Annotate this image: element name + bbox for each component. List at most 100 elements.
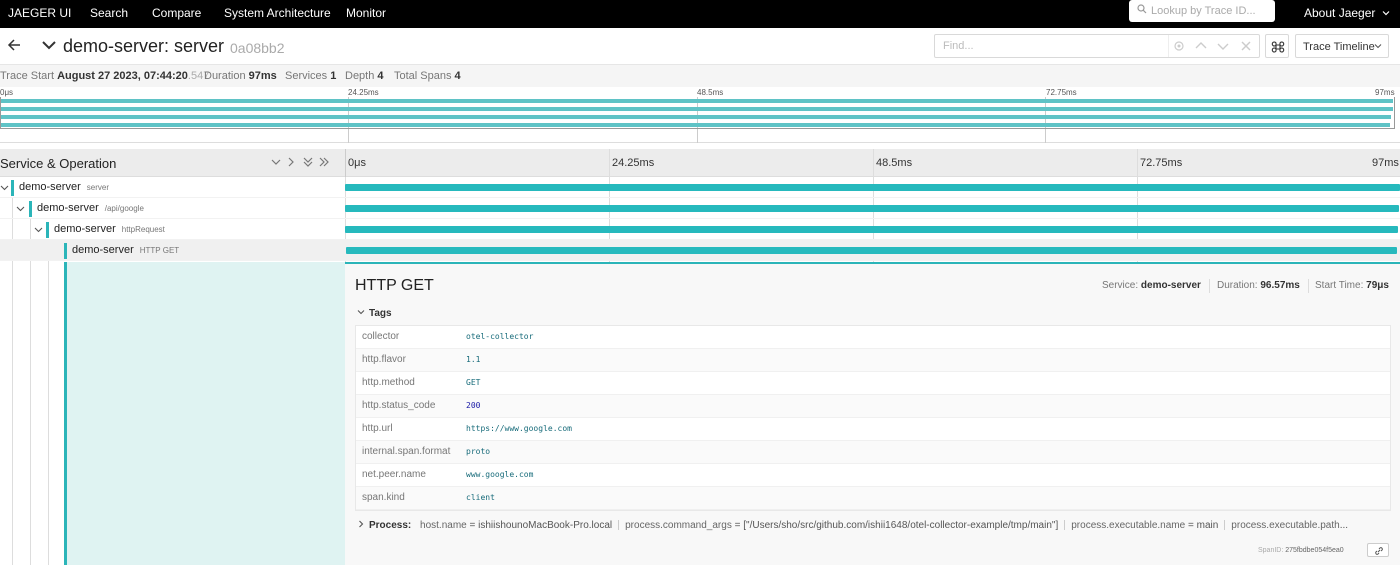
tag-row[interactable]: span.kind client	[356, 487, 1390, 510]
span-name[interactable]: demo-server HTTP GET	[72, 244, 179, 256]
process-divider	[1224, 520, 1226, 531]
span-row[interactable]: demo-server/api/google	[0, 198, 1400, 219]
service-color-marker	[46, 222, 49, 238]
expand-one-icon[interactable]	[285, 156, 297, 168]
collapse-one-icon[interactable]	[270, 156, 282, 168]
trace-services: Services 1	[285, 70, 336, 82]
span-name[interactable]: demo-server server	[19, 181, 109, 193]
tag-value: otel-collector	[466, 332, 534, 341]
span-bar[interactable]	[346, 247, 1397, 254]
trace-minimap[interactable]: 0μs 24.25ms 48.5ms 72.75ms 97ms	[0, 87, 1400, 143]
view-mode-label: Trace Timeline	[1303, 41, 1375, 53]
timeline-gridline	[609, 149, 610, 177]
span-row[interactable]: demo-server httpRequest	[0, 219, 1400, 240]
nav-system-architecture[interactable]: System Architecture	[224, 6, 331, 20]
brand-link[interactable]: JAEGER UI	[8, 6, 71, 20]
process-value: ...	[1339, 520, 1349, 531]
collapse-all-icon[interactable]	[302, 156, 314, 168]
lookup-placeholder: Lookup by Trace ID...	[1151, 5, 1256, 17]
trace-title: demo-server: server	[63, 36, 225, 56]
depth-label: Depth	[345, 70, 375, 82]
span-name[interactable]: demo-server httpRequest	[54, 223, 165, 235]
link-icon	[1375, 547, 1383, 555]
tag-row[interactable]: http.status_code 200	[356, 395, 1390, 418]
span-id: SpanID: 275fbdbe054f5ea0	[1258, 547, 1344, 554]
service-name: demo-server	[72, 244, 134, 256]
operation-name: httpRequest	[121, 225, 165, 234]
copy-link-button[interactable]	[1367, 543, 1389, 557]
find-divider	[1168, 35, 1169, 57]
keyboard-shortcuts-button[interactable]	[1265, 34, 1289, 58]
info-divider	[1209, 279, 1210, 293]
span-bar[interactable]	[345, 205, 1399, 212]
about-label: About Jaeger	[1304, 6, 1376, 20]
tag-key: http.url	[362, 423, 393, 434]
nav-monitor[interactable]: Monitor	[346, 6, 386, 20]
timeline-header: Service & Operation 0μs 24.25ms 48.5ms 7…	[0, 149, 1400, 177]
span-detail-start: Start Time: 79μs	[1315, 280, 1389, 291]
span-detail-service: Service: demo-server	[1102, 280, 1201, 291]
span-name[interactable]: demo-server/api/google	[37, 202, 144, 214]
view-mode-select[interactable]: Trace Timeline	[1295, 34, 1389, 58]
service-label: Service:	[1102, 280, 1139, 291]
span-bar[interactable]	[345, 184, 1400, 191]
search-icon	[1137, 4, 1147, 14]
process-key: process.executable.name	[1071, 520, 1186, 531]
tags-toggle[interactable]: Tags	[357, 308, 392, 319]
services-value: 1	[330, 70, 337, 82]
tag-row[interactable]: http.url https://www.google.com	[356, 418, 1390, 441]
span-detail-pane: HTTP GET Service: demo-server Duration: …	[345, 262, 1400, 565]
operation-name: HTTP GET	[139, 246, 180, 255]
service-color-marker	[29, 201, 32, 217]
locate-icon[interactable]	[1171, 38, 1187, 54]
service-operation-heading: Service & Operation	[0, 156, 117, 171]
tag-row[interactable]: collector otel-collector	[356, 326, 1390, 349]
minimap-tick: 0μs	[0, 88, 14, 97]
span-id-label: SpanID:	[1258, 547, 1284, 554]
minimap-tick: 48.5ms	[697, 88, 724, 97]
tag-row[interactable]: net.peer.name www.google.com	[356, 464, 1390, 487]
column-divider[interactable]	[345, 149, 346, 177]
chevron-down-icon[interactable]	[1215, 38, 1231, 54]
tag-value: www.google.com	[466, 470, 534, 479]
find-placeholder: Find...	[943, 40, 974, 52]
timeline-tick: 0μs	[348, 157, 366, 169]
process-toggle[interactable]: Process: host.name = ishiishounoMacBook-…	[357, 520, 1391, 531]
about-jaeger-menu[interactable]: About Jaeger	[1304, 6, 1390, 20]
minimap-viewport[interactable]	[0, 97, 1395, 129]
tag-row[interactable]: internal.span.format proto	[356, 441, 1390, 464]
chevron-down-icon[interactable]	[34, 225, 43, 234]
tags-table: collector otel-collector http.flavor 1.1 h…	[355, 325, 1391, 511]
service-name: demo-server	[37, 202, 99, 214]
chevron-right-icon	[359, 520, 364, 528]
nav-compare[interactable]: Compare	[152, 6, 201, 20]
expand-all-icon[interactable]	[318, 156, 330, 168]
services-label: Services	[285, 70, 328, 82]
tag-value: https://www.google.com	[466, 424, 572, 433]
chevron-down-icon	[1374, 44, 1382, 49]
top-nav: JAEGER UI Search Compare System Architec…	[0, 0, 1400, 28]
duration-label: Duration	[204, 70, 246, 82]
chevron-down-icon	[357, 310, 365, 315]
chevron-down-icon[interactable]	[0, 183, 9, 192]
depth-value: 4	[377, 70, 384, 82]
trace-start-value: August 27 2023, 07:44:20	[57, 70, 188, 82]
close-icon[interactable]	[1238, 38, 1254, 54]
span-row[interactable]: demo-server server	[0, 177, 1400, 198]
chevron-down-icon[interactable]	[16, 204, 25, 213]
trace-total-spans: Total Spans 4	[394, 70, 461, 82]
tag-key: internal.span.format	[362, 446, 451, 457]
tag-row[interactable]: http.flavor 1.1	[356, 349, 1390, 372]
process-divider	[618, 520, 620, 531]
tag-value: proto	[466, 447, 491, 456]
span-row[interactable]: demo-server HTTP GET	[0, 240, 1400, 261]
trace-depth: Depth 4	[345, 70, 384, 82]
chevron-down-icon[interactable]	[40, 36, 58, 54]
nav-search[interactable]: Search	[90, 6, 128, 20]
tag-row[interactable]: http.method GET	[356, 372, 1390, 395]
chevron-up-icon[interactable]	[1193, 38, 1209, 54]
find-input[interactable]: Find...	[934, 34, 1260, 58]
back-arrow-icon[interactable]	[6, 37, 22, 53]
trace-id-lookup-input[interactable]: Lookup by Trace ID...	[1129, 0, 1275, 22]
span-bar[interactable]	[345, 226, 1398, 233]
